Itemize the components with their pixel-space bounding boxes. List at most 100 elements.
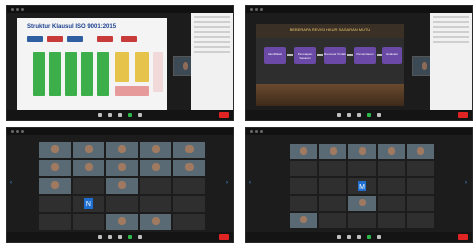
record-icon[interactable] [377, 113, 381, 117]
participant-tile[interactable] [377, 144, 405, 160]
participant-tile[interactable] [106, 214, 138, 230]
participants-icon[interactable] [357, 113, 361, 117]
participant-tile[interactable] [406, 161, 434, 177]
share-icon[interactable] [128, 235, 132, 239]
participant-tile[interactable] [72, 160, 105, 176]
participant-video [358, 147, 366, 155]
participant-tile[interactable] [72, 142, 105, 158]
chart-box [49, 52, 61, 96]
participant-tile[interactable] [290, 161, 318, 177]
video-icon[interactable] [347, 235, 351, 239]
participant-video [51, 163, 60, 172]
slide-floor [256, 84, 404, 106]
end-button[interactable] [458, 112, 468, 118]
participant-tile[interactable] [319, 195, 347, 211]
share-icon[interactable] [128, 113, 132, 117]
record-icon[interactable] [138, 235, 142, 239]
video-icon[interactable] [108, 113, 112, 117]
participants-icon[interactable] [118, 235, 122, 239]
end-button[interactable] [458, 234, 468, 240]
participant-video [329, 147, 337, 155]
video-icon[interactable] [108, 235, 112, 239]
record-icon[interactable] [377, 235, 381, 239]
process-step: Penetapan Sasaran [294, 47, 316, 64]
participant-tile[interactable] [290, 212, 318, 228]
video-icon[interactable] [347, 113, 351, 117]
participant-tile[interactable] [173, 196, 205, 212]
participant-tile[interactable] [139, 178, 172, 194]
participant-tile[interactable] [39, 142, 71, 158]
participant-tile[interactable] [290, 195, 318, 211]
participant-tile[interactable] [406, 178, 434, 194]
end-button[interactable] [219, 112, 229, 118]
participant-tile[interactable] [348, 195, 376, 211]
participant-tile[interactable]: N [72, 196, 105, 212]
next-page-icon[interactable]: › [465, 179, 469, 187]
participant-video [84, 163, 93, 172]
chart-box [97, 36, 113, 42]
process-step: Evaluasi [382, 47, 402, 64]
participant-tile[interactable] [406, 195, 434, 211]
participant-tile[interactable] [173, 160, 205, 176]
participant-tile[interactable] [348, 161, 376, 177]
meeting-window-3: ‹ › N [6, 127, 234, 243]
participant-tile[interactable] [106, 142, 138, 158]
meeting-window-1: Struktur Klausul ISO 9001:2015 [6, 5, 234, 121]
participant-tile[interactable] [377, 161, 405, 177]
participants-icon[interactable] [357, 235, 361, 239]
participant-tile[interactable] [406, 144, 434, 160]
participant-tile[interactable] [39, 196, 71, 212]
chart-box [115, 52, 129, 82]
share-icon[interactable] [367, 235, 371, 239]
participant-tile[interactable] [406, 212, 434, 228]
participant-video [151, 217, 160, 226]
end-button[interactable] [219, 234, 229, 240]
participant-tile[interactable] [377, 212, 405, 228]
participant-tile[interactable] [319, 161, 347, 177]
participant-tile[interactable] [106, 160, 138, 176]
gallery-grid: M [290, 144, 434, 228]
slide-title: BEBERAPA REVISI HKUR SASARAN MUTU [289, 27, 371, 32]
participant-video [51, 145, 60, 154]
participant-tile[interactable] [72, 178, 105, 194]
prev-page-icon[interactable]: ‹ [10, 179, 14, 187]
participant-tile[interactable] [348, 144, 376, 160]
mic-icon[interactable] [98, 235, 102, 239]
participant-tile[interactable] [173, 178, 205, 194]
participant-video [151, 145, 160, 154]
participant-tile[interactable] [39, 178, 71, 194]
participant-tile[interactable] [319, 144, 347, 160]
participant-tile[interactable] [39, 160, 71, 176]
participant-tile[interactable] [348, 212, 376, 228]
participant-tile[interactable] [319, 178, 347, 194]
participant-tile[interactable] [139, 160, 172, 176]
participant-tile[interactable] [39, 214, 71, 230]
participant-tile[interactable] [290, 178, 318, 194]
participant-avatar: N [83, 198, 94, 209]
participant-tile[interactable] [139, 196, 172, 212]
participant-video [300, 215, 308, 224]
participant-tile[interactable]: M [348, 178, 376, 194]
process-step: Rencana Tindak [324, 47, 346, 64]
participant-tile[interactable] [173, 214, 205, 230]
participant-tile[interactable] [139, 142, 172, 158]
mic-icon[interactable] [337, 235, 341, 239]
participant-tile[interactable] [106, 196, 138, 212]
participant-tile[interactable] [290, 144, 318, 160]
next-page-icon[interactable]: › [226, 179, 230, 187]
participants-icon[interactable] [118, 113, 122, 117]
participant-tile[interactable] [319, 212, 347, 228]
mic-icon[interactable] [337, 113, 341, 117]
chart-box [27, 36, 43, 42]
participant-tile[interactable] [139, 214, 172, 230]
participant-tile[interactable] [377, 195, 405, 211]
record-icon[interactable] [138, 113, 142, 117]
participant-tile[interactable] [106, 178, 138, 194]
share-icon[interactable] [367, 113, 371, 117]
participant-tile[interactable] [173, 142, 205, 158]
participant-video [300, 147, 308, 155]
participant-tile[interactable] [377, 178, 405, 194]
prev-page-icon[interactable]: ‹ [249, 179, 253, 187]
mic-icon[interactable] [98, 113, 102, 117]
participant-tile[interactable] [72, 214, 105, 230]
